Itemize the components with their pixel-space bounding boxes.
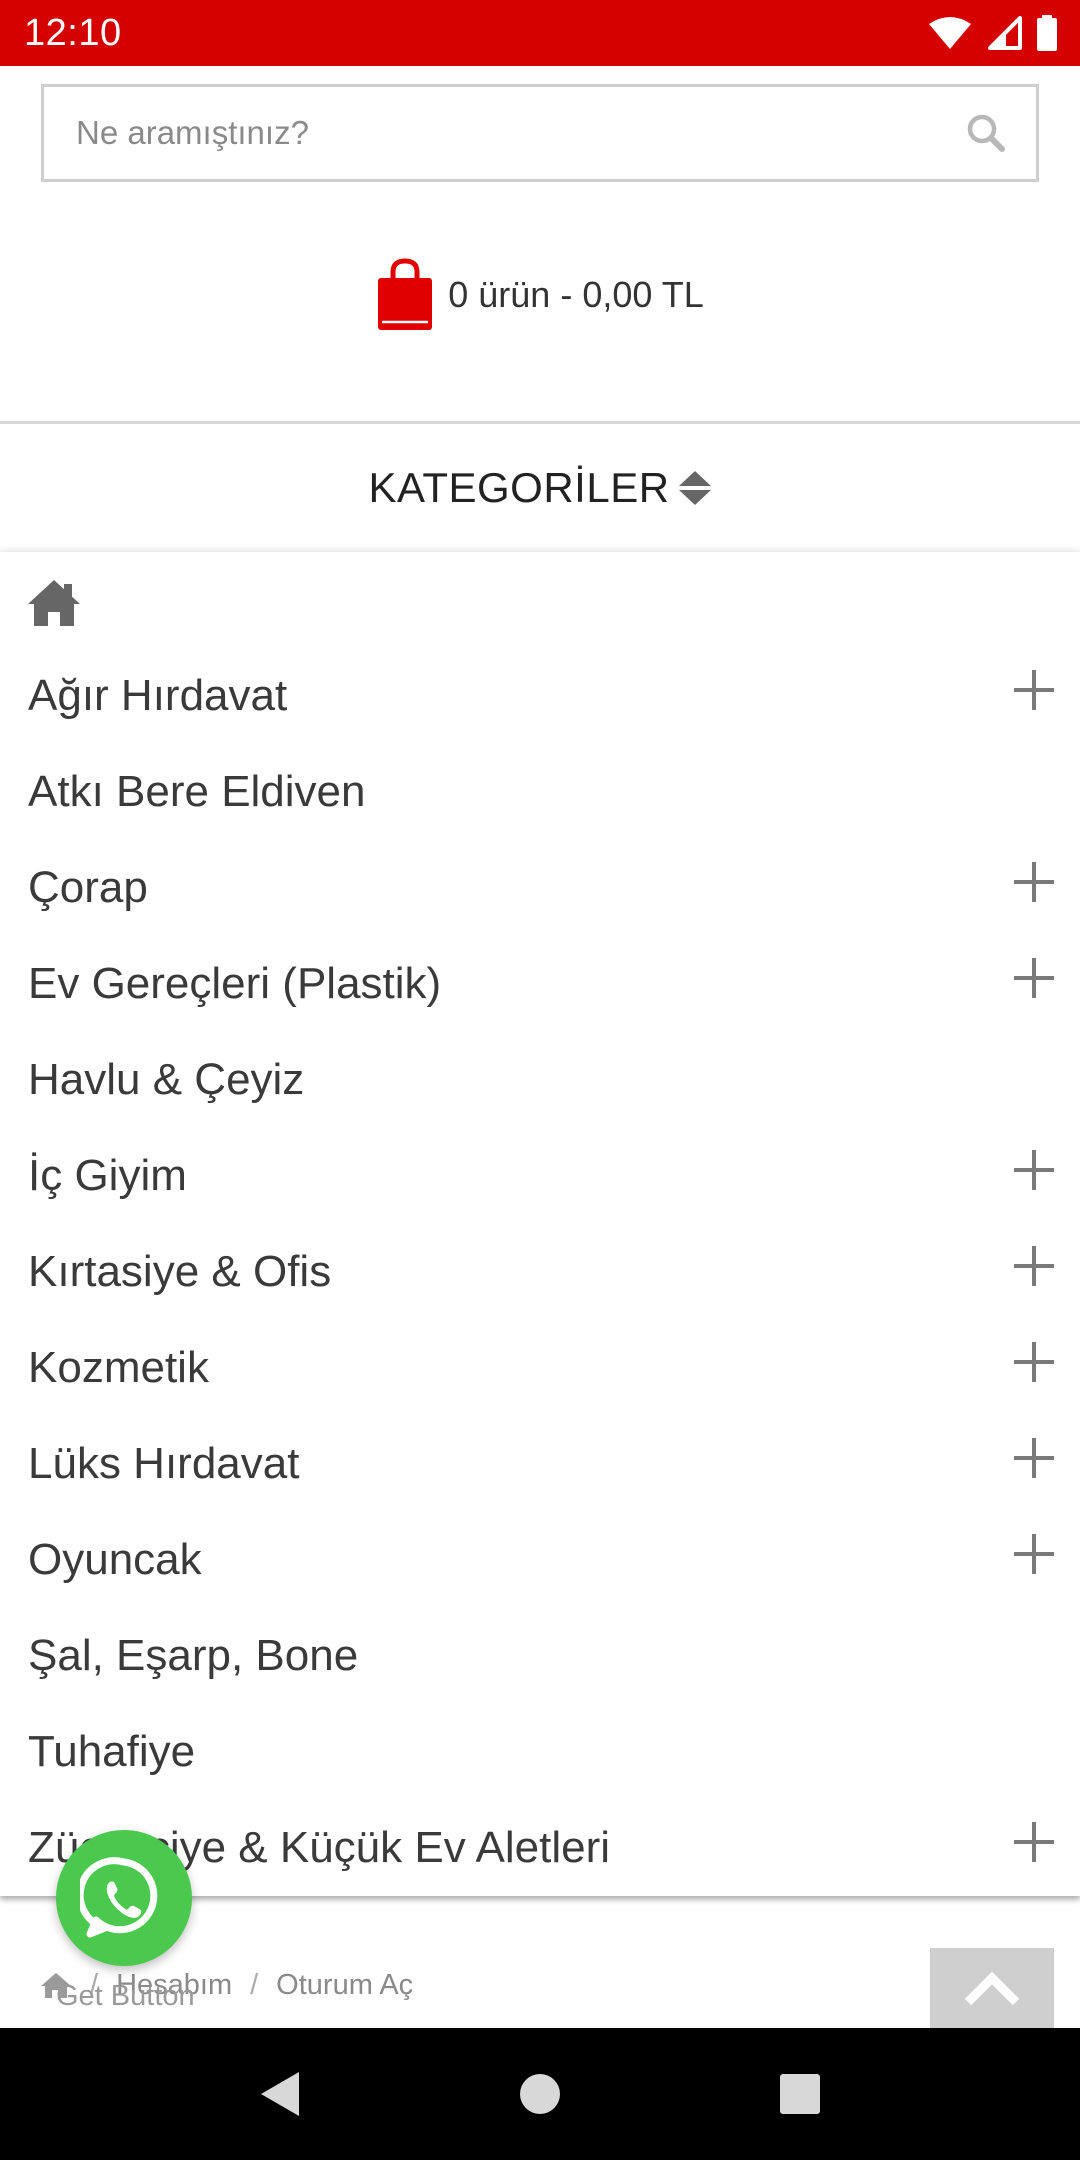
category-item[interactable]: Şal, Eşarp, Bone [0,1608,1080,1704]
category-item[interactable]: Çorap [0,840,1080,936]
status-bar: 12:10 [0,0,1080,66]
search-box[interactable] [41,84,1039,182]
search-icon[interactable] [966,113,1006,153]
sort-icon [678,471,711,505]
category-item[interactable]: Kırtasiye & Ofis [0,1224,1080,1320]
expand-plus-icon[interactable] [1014,1438,1054,1478]
expand-plus-icon[interactable] [1014,1534,1054,1574]
category-item[interactable]: Lüks Hırdavat [0,1416,1080,1512]
shopping-bag-icon[interactable] [376,258,434,332]
search-input[interactable] [74,113,966,153]
category-list: Ağır Hırdavat Atkı Bere Eldiven Çorap Ev Ge… [0,648,1080,1896]
category-item[interactable]: Kozmetik [0,1320,1080,1416]
category-label: İç Giyim [28,1151,187,1200]
category-label: Şal, Eşarp, Bone [28,1631,359,1680]
status-icons [928,15,1058,51]
category-item[interactable]: Tuhafiye [0,1704,1080,1800]
cart-summary[interactable]: 0 ürün - 0,00 TL [0,255,1080,335]
category-item[interactable]: Oyuncak [0,1512,1080,1608]
back-button[interactable] [245,2059,315,2129]
expand-plus-icon[interactable] [1014,1150,1054,1190]
category-label: Atkı Bere Eldiven [28,767,366,816]
category-item[interactable]: Atkı Bere Eldiven [0,744,1080,840]
category-item[interactable]: İç Giyim [0,1128,1080,1224]
category-item[interactable]: Havlu & Çeyiz [0,1032,1080,1128]
expand-plus-icon[interactable] [1014,670,1054,710]
wifi-icon [929,17,971,49]
category-label: Havlu & Çeyiz [28,1055,305,1104]
circle-icon [520,2074,560,2114]
cart-summary-text: 0 ürün - 0,00 TL [448,274,704,315]
battery-icon [1037,15,1057,51]
category-label: Çorap [28,863,148,912]
signal-icon [988,16,1022,50]
square-icon [780,2074,820,2114]
category-item[interactable]: Ağır Hırdavat [0,648,1080,744]
expand-plus-icon[interactable] [1014,1342,1054,1382]
category-item[interactable]: Ev Gereçleri (Plastik) [0,936,1080,1032]
category-label: Oyuncak [28,1535,202,1584]
navigation-bar [0,2028,1080,2160]
scroll-to-top-button[interactable] [930,1948,1054,2028]
category-label: Kırtasiye & Ofis [28,1247,332,1296]
recents-button[interactable] [765,2059,835,2129]
whatsapp-icon [80,1857,158,1938]
category-label: Ağır Hırdavat [28,671,288,720]
categories-toggle[interactable]: KATEGORİLER [0,424,1080,552]
breadcrumb-login: Oturum Aç [276,1968,414,2001]
expand-plus-icon[interactable] [1014,1246,1054,1286]
expand-plus-icon[interactable] [1014,958,1054,998]
home-icon[interactable] [26,574,82,630]
get-button-label: Get Button [56,1980,195,2012]
chevron-up-icon [964,1971,1020,2006]
expand-plus-icon[interactable] [1014,862,1054,902]
category-panel: Ağır Hırdavat Atkı Bere Eldiven Çorap Ev Ge… [0,552,1080,1896]
category-label: Ev Gereçleri (Plastik) [28,959,442,1008]
home-button[interactable] [505,2059,575,2129]
back-icon [261,2072,299,2116]
whatsapp-button[interactable] [56,1830,192,1966]
expand-plus-icon[interactable] [1014,1822,1054,1862]
breadcrumb-separator: / [250,1968,259,2001]
categories-title: KATEGORİLER [368,464,670,511]
category-label: Lüks Hırdavat [28,1439,300,1488]
category-label: Kozmetik [28,1343,209,1392]
status-time: 12:10 [24,11,122,54]
category-label: Tuhafiye [28,1727,196,1776]
